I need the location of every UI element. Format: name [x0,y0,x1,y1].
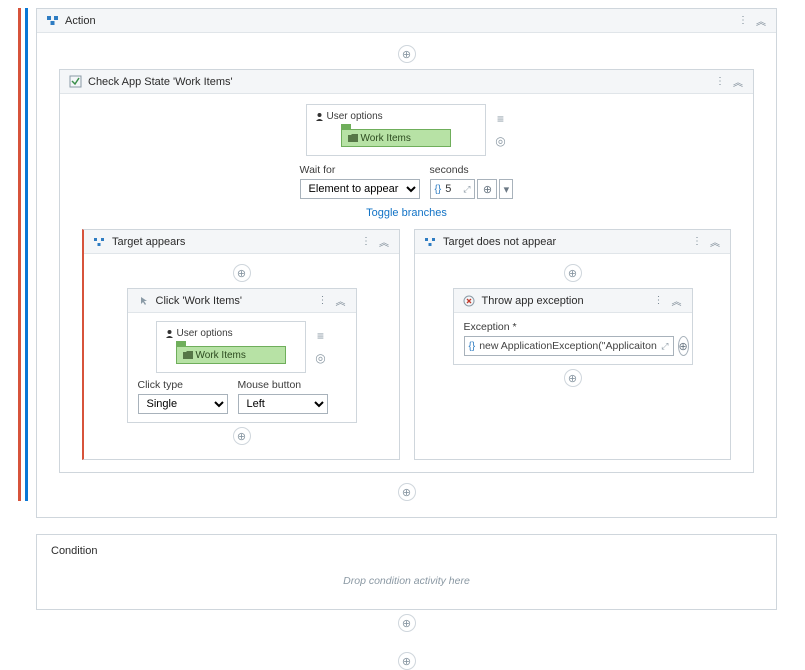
click-header[interactable]: Click 'Work Items' ⋮ ︽ [128,289,356,313]
click-menu-icon[interactable]: ⋮ [316,295,330,306]
condition-drop-hint[interactable]: Drop condition activity here [51,575,762,587]
user-icon [315,112,324,121]
action-icon [45,14,59,28]
check-app-state-title: Check App State 'Work Items' [88,76,709,88]
click-work-items-panel: Click 'Work Items' ⋮ ︽ [127,288,357,423]
target-appears-header[interactable]: Target appears ⋮ ︽ [84,230,399,254]
action-title: Action [65,15,732,27]
selector-preview-box[interactable]: User options Work Items [306,104,486,156]
check-icon [68,75,82,89]
tdna-add-after-button[interactable]: ⊕ [564,369,582,387]
check-app-state-header[interactable]: Check App State 'Work Items' ⋮ ︽ [60,70,753,94]
seconds-dropdown-button[interactable]: ▾ [499,179,513,199]
brace-icon: {} [469,341,476,352]
throw-collapse-icon[interactable]: ︽ [670,293,684,308]
click-collapse-icon[interactable]: ︽ [334,293,348,308]
add-after-condition-button[interactable]: ⊕ [398,614,416,632]
exception-input[interactable]: {} new ApplicationException("Applicaiton… [464,336,674,356]
check-app-state-panel: Check App State 'Work Items' ⋮ ︽ User op… [59,69,754,473]
add-after-check-button[interactable]: ⊕ [398,483,416,501]
tdna-collapse-icon[interactable]: ︽ [708,234,722,249]
seconds-plus-button[interactable]: ⊕ [477,179,497,199]
condition-panel: Condition Drop condition activity here [36,534,777,610]
target-does-not-appear-header[interactable]: Target does not appear ⋮ ︽ [415,230,730,254]
work-items-preview: Work Items [341,129,451,147]
click-icon [136,294,150,308]
throw-header[interactable]: Throw app exception ⋮ ︽ [454,289,692,313]
click-selector-menu-icon[interactable]: ≡ [314,329,328,343]
target-appears-title: Target appears [112,236,355,248]
ta-menu-icon[interactable]: ⋮ [359,236,373,247]
target-appears-panel: Target appears ⋮ ︽ ⊕ [82,229,400,460]
branch-icon [423,235,437,249]
branch-icon [92,235,106,249]
seconds-input[interactable]: {} 5 ⤢ [430,179,476,199]
mouse-button-select[interactable]: Left [238,394,328,414]
throw-title: Throw app exception [482,295,648,307]
mouse-button-label: Mouse button [238,379,328,391]
exception-label: Exception * [464,321,682,333]
ta-collapse-icon[interactable]: ︽ [377,234,391,249]
tdna-menu-icon[interactable]: ⋮ [690,236,704,247]
click-work-items-preview: Work Items [176,346,286,364]
folder-icon [348,134,358,142]
throw-menu-icon[interactable]: ⋮ [652,295,666,306]
click-type-select[interactable]: Single [138,394,228,414]
action-menu-icon[interactable]: ⋮ [736,15,750,26]
folder-icon [183,351,193,359]
selector-menu-icon[interactable]: ≡ [494,112,508,126]
expand-icon[interactable]: ⤢ [463,184,470,195]
user-options-label: User options [315,111,383,122]
throw-icon [462,294,476,308]
add-before-check-button[interactable]: ⊕ [398,45,416,63]
click-user-options: User options [165,328,233,339]
wait-for-label: Wait for [300,164,420,176]
user-icon [165,329,174,338]
seconds-label: seconds [430,164,514,176]
ta-add-after-button[interactable]: ⊕ [233,427,251,445]
ta-add-before-button[interactable]: ⊕ [233,264,251,282]
target-does-not-appear-title: Target does not appear [443,236,686,248]
left-orange-indicator [18,8,21,501]
brace-icon: {} [435,184,442,195]
action-header[interactable]: Action ⋮ ︽ [37,9,776,33]
check-menu-icon[interactable]: ⋮ [713,76,727,87]
expand-icon[interactable]: ⤢ [661,341,668,352]
throw-exception-panel: Throw app exception ⋮ ︽ Exception * [453,288,693,365]
selector-target-icon[interactable]: ◎ [494,134,508,148]
click-selector-target-icon[interactable]: ◎ [314,351,328,365]
action-collapse-icon[interactable]: ︽ [754,13,768,28]
exception-plus-button[interactable]: ⊕ [678,336,689,356]
condition-title: Condition [51,545,762,557]
click-type-label: Click type [138,379,228,391]
wait-for-select[interactable]: Element to appear [300,179,420,199]
target-does-not-appear-panel: Target does not appear ⋮ ︽ ⊕ [414,229,731,460]
left-blue-indicator [25,8,28,501]
click-title: Click 'Work Items' [156,295,312,307]
tdna-add-before-button[interactable]: ⊕ [564,264,582,282]
click-selector-preview[interactable]: User options [156,321,306,373]
add-bottom-button[interactable]: ⊕ [398,652,416,670]
toggle-branches-link[interactable]: Toggle branches [82,207,731,219]
action-panel: Action ⋮ ︽ ⊕ Check App State 'Work Items… [36,8,777,518]
check-collapse-icon[interactable]: ︽ [731,74,745,89]
